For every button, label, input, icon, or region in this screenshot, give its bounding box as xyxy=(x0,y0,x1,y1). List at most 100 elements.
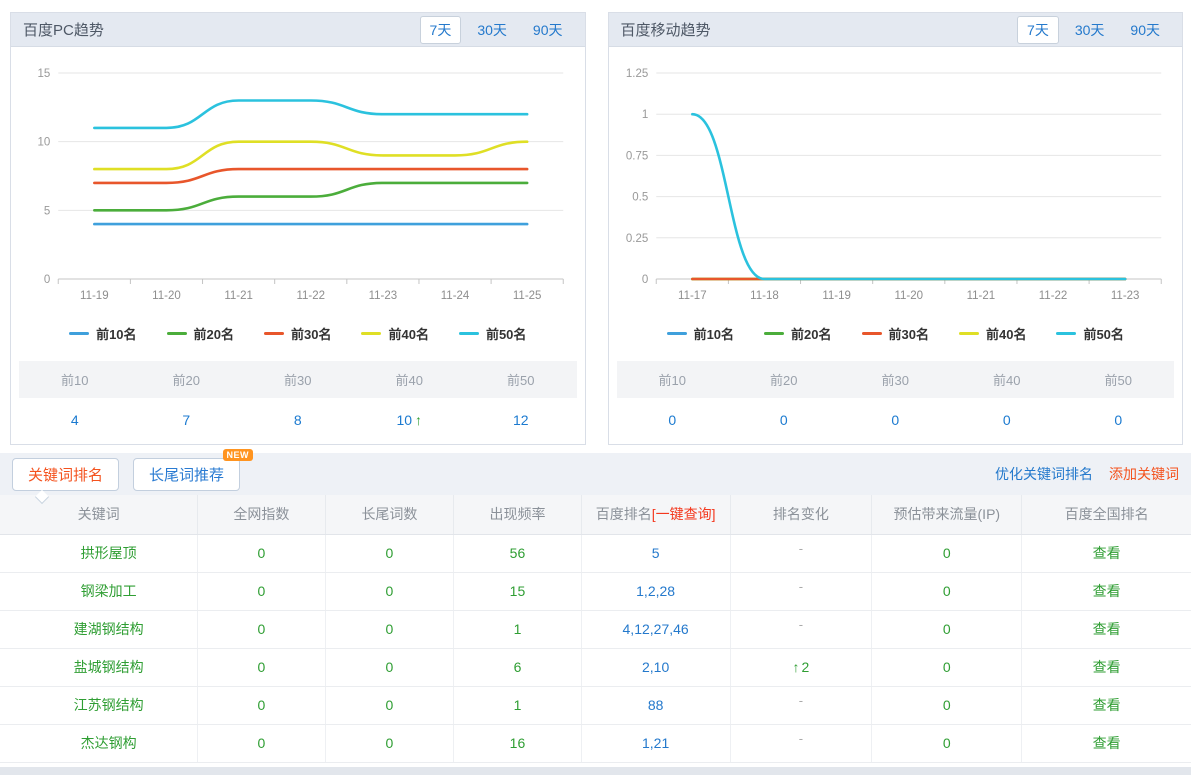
summary-value: 0 xyxy=(617,412,729,428)
legend-line-marker xyxy=(764,332,784,335)
y-tick-label: 0.5 xyxy=(632,192,648,204)
frequency-cell: 15 xyxy=(454,572,581,610)
rank-up-indicator: ↑2 xyxy=(793,659,810,675)
chart-legend: 前10名前20名前30名前40名前50名 xyxy=(11,317,585,349)
tab-90-days[interactable]: 90天 xyxy=(523,16,573,44)
summary-value: 12 xyxy=(465,412,577,428)
y-tick-label: 15 xyxy=(37,68,50,80)
optimize-keyword-ranking-link[interactable]: 优化关键词排名 xyxy=(995,464,1093,484)
legend-line-marker xyxy=(264,332,284,335)
tab-90-days[interactable]: 90天 xyxy=(1120,16,1170,44)
keyword-links: 优化关键词排名 添加关键词 xyxy=(995,464,1179,484)
summary-value: 8 xyxy=(242,412,354,428)
tab-7-days[interactable]: 7天 xyxy=(1017,16,1059,44)
summary-col-header: 前50 xyxy=(1063,370,1175,389)
legend-line-marker xyxy=(69,332,89,335)
x-tick-label: 11-21 xyxy=(966,290,995,302)
column-header-百度排名: 百度排名[一键查询] xyxy=(581,495,730,534)
x-tick-label: 11-20 xyxy=(894,290,923,302)
keyword-cell[interactable]: 杰达钢构 xyxy=(0,724,198,762)
baidu-rank-cell[interactable]: 1,21 xyxy=(581,724,730,762)
frequency-cell: 6 xyxy=(454,648,581,686)
one-click-query-label[interactable]: [一键查询] xyxy=(652,506,716,522)
keyword-cell[interactable]: 江苏钢结构 xyxy=(0,686,198,724)
summary-value: 0 xyxy=(1063,412,1175,428)
view-link[interactable]: 查看 xyxy=(1093,621,1121,637)
view-link[interactable]: 查看 xyxy=(1093,697,1121,713)
tab-30-days[interactable]: 30天 xyxy=(1065,16,1115,44)
x-tick-label: 11-17 xyxy=(678,290,707,302)
x-tick-label: 11-21 xyxy=(224,290,253,302)
legend-label: 前50名 xyxy=(1083,324,1123,343)
baidu-rank-cell[interactable]: 5 xyxy=(581,534,730,572)
legend-item-前10名: 前10名 xyxy=(69,324,136,343)
legend-item-前50名: 前50名 xyxy=(459,324,526,343)
table-row: 钢梁加工00151,2,28-0查看 xyxy=(0,572,1191,610)
keyword-cell[interactable]: 盐城钢结构 xyxy=(0,648,198,686)
panel-baidu-pc-trend: 百度PC趋势 7天 30天 90天 05101511-1911-2011-211… xyxy=(10,12,586,445)
action-cell: 查看 xyxy=(1022,686,1191,724)
y-tick-label: 5 xyxy=(44,205,50,217)
line-series-前30名 xyxy=(94,169,527,183)
keyword-cell[interactable]: 钢梁加工 xyxy=(0,572,198,610)
panel-baidu-mobile-trend: 百度移动趋势 7天 30天 90天 00.250.50.7511.2511-17… xyxy=(608,12,1184,445)
legend-label: 前20名 xyxy=(791,324,831,343)
tab-label: 长尾词推荐 xyxy=(149,467,224,484)
view-link[interactable]: 查看 xyxy=(1093,659,1121,675)
tab-keyword-ranking[interactable]: 关键词排名 xyxy=(12,458,119,491)
traffic-cell: 0 xyxy=(872,648,1022,686)
legend-label: 前50名 xyxy=(486,324,526,343)
column-header-长尾词数: 长尾词数 xyxy=(325,495,454,534)
no-change-dash: - xyxy=(799,617,803,632)
legend-label: 前10名 xyxy=(694,324,734,343)
no-change-dash: - xyxy=(799,693,803,708)
column-header-出现频率: 出现频率 xyxy=(454,495,581,534)
column-header-关键词: 关键词 xyxy=(0,495,198,534)
baidu-rank-cell[interactable]: 1,2,28 xyxy=(581,572,730,610)
x-tick-label: 11-20 xyxy=(152,290,181,302)
y-tick-label: 10 xyxy=(37,137,50,149)
keyword-cell[interactable]: 建湖钢结构 xyxy=(0,610,198,648)
view-link[interactable]: 查看 xyxy=(1093,583,1121,599)
summary-col-header: 前40 xyxy=(354,370,466,389)
range-tabs: 7天 30天 90天 xyxy=(414,16,573,44)
rank-change-cell: ↑2 xyxy=(730,648,872,686)
summary-header-row: 前10前20前30前40前50 xyxy=(19,361,577,398)
tab-30-days[interactable]: 30天 xyxy=(467,16,517,44)
view-link[interactable]: 查看 xyxy=(1093,735,1121,751)
add-keyword-link[interactable]: 添加关键词 xyxy=(1109,464,1179,484)
footer-strip xyxy=(0,767,1191,775)
legend-item-前20名: 前20名 xyxy=(167,324,234,343)
trend-panels-row: 百度PC趋势 7天 30天 90天 0 5 10 15 11-19 11-20 11-21 1… xyxy=(0,0,1191,445)
traffic-cell: 0 xyxy=(872,686,1022,724)
summary-col-header: 前20 xyxy=(728,370,840,389)
traffic-cell: 0 xyxy=(872,610,1022,648)
range-tabs: 7天 30天 90天 xyxy=(1011,16,1170,44)
x-tick-label: 11-18 xyxy=(750,290,779,302)
baidu-rank-cell[interactable]: 88 xyxy=(581,686,730,724)
tab-7-days[interactable]: 7天 xyxy=(420,16,462,44)
legend-label: 前30名 xyxy=(889,324,929,343)
baidu-rank-cell[interactable]: 4,12,27,46 xyxy=(581,610,730,648)
rank-change-cell: - xyxy=(730,572,872,610)
summary-value: 7 xyxy=(131,412,243,428)
y-tick-label: 0 xyxy=(44,274,50,286)
rank-change-cell: - xyxy=(730,534,872,572)
line-series-前50名 xyxy=(94,101,527,128)
summary-col-header: 前20 xyxy=(131,370,243,389)
y-tick-label: 0 xyxy=(641,274,647,286)
x-tick-label: 11-23 xyxy=(369,290,398,302)
legend-item-前50名: 前50名 xyxy=(1056,324,1123,343)
action-cell: 查看 xyxy=(1022,572,1191,610)
chart-legend: 前10名前20名前30名前40名前50名 xyxy=(609,317,1183,349)
view-link[interactable]: 查看 xyxy=(1093,545,1121,561)
keyword-cell[interactable]: 拱形屋顶 xyxy=(0,534,198,572)
index-cell: 0 xyxy=(198,724,325,762)
keyword-table-header-row: 关键词全网指数长尾词数出现频率百度排名[一键查询]排名变化预估带来流量(IP)百… xyxy=(0,495,1191,534)
x-tick-label: 11-19 xyxy=(822,290,851,302)
new-badge: NEW xyxy=(223,449,254,461)
panel-title: 百度PC趋势 xyxy=(23,19,104,40)
table-row: 江苏钢结构00188-0查看 xyxy=(0,686,1191,724)
baidu-rank-cell[interactable]: 2,10 xyxy=(581,648,730,686)
tab-longtail-suggestions[interactable]: 长尾词推荐 NEW xyxy=(133,458,240,491)
